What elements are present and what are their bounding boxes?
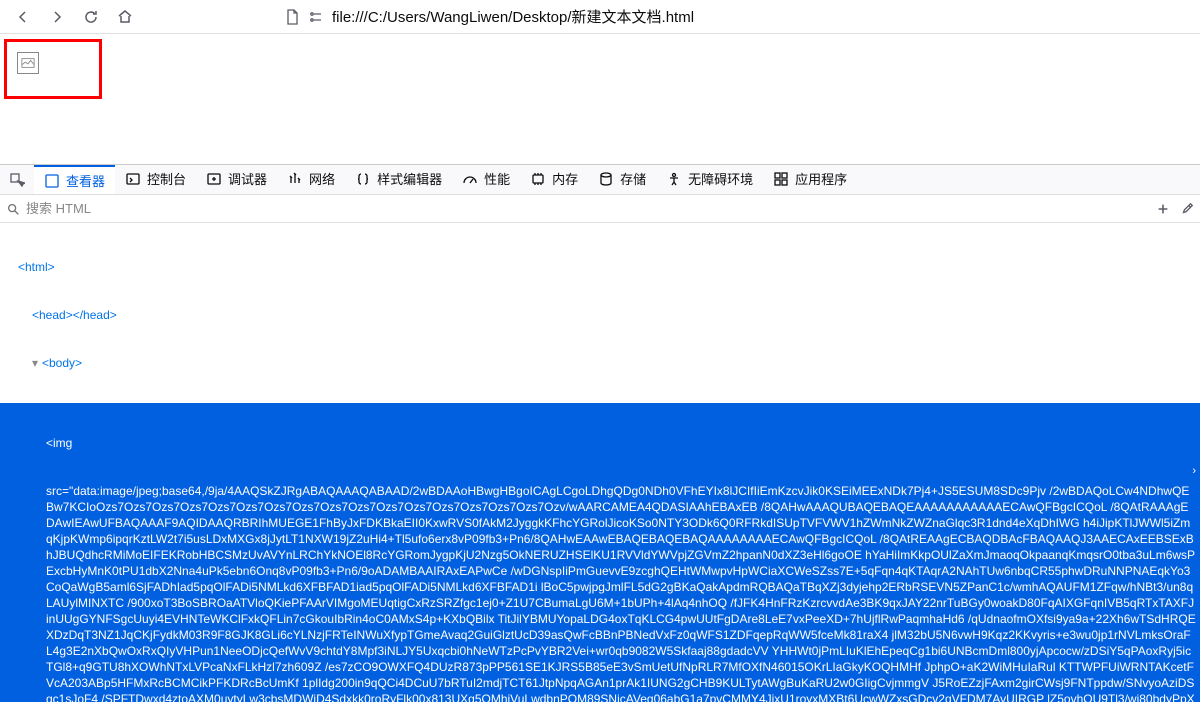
tab-inspector[interactable]: 查看器 <box>34 165 115 194</box>
home-button[interactable] <box>110 3 140 31</box>
tab-memory[interactable]: 内存 <box>520 165 588 194</box>
browser-navbar: file:///C:/Users/WangLiwen/Desktop/新建文本文… <box>0 0 1200 34</box>
eyedropper-icon[interactable] <box>1180 202 1194 216</box>
add-button[interactable] <box>1156 202 1170 216</box>
dom-tree[interactable]: <html> <head></head> ▾<body> <img src="d… <box>0 223 1200 702</box>
tab-debugger[interactable]: 调试器 <box>196 165 277 194</box>
forward-button[interactable] <box>42 3 72 31</box>
url-text: file:///C:/Users/WangLiwen/Desktop/新建文本文… <box>332 6 694 27</box>
broken-image-icon <box>17 52 39 74</box>
permissions-icon <box>308 9 324 25</box>
tab-style-editor[interactable]: 样式编辑器 <box>345 165 452 194</box>
search-input[interactable] <box>26 201 1150 216</box>
pick-element-button[interactable] <box>0 165 34 194</box>
tab-application[interactable]: 应用程序 <box>763 165 857 194</box>
tab-network[interactable]: 网络 <box>277 165 345 194</box>
devtools-panel: 查看器 控制台 调试器 网络 样式编辑器 性能 内存 存储 无障碍环境 应用程序… <box>0 164 1200 702</box>
tab-storage[interactable]: 存储 <box>588 165 656 194</box>
search-icon <box>6 202 20 216</box>
file-icon <box>284 9 300 25</box>
page-viewport <box>0 34 1200 164</box>
reload-button[interactable] <box>76 3 106 31</box>
tab-accessibility[interactable]: 无障碍环境 <box>656 165 763 194</box>
devtools-tabbar: 查看器 控制台 调试器 网络 样式编辑器 性能 内存 存储 无障碍环境 应用程序 <box>0 165 1200 195</box>
tab-console[interactable]: 控制台 <box>115 165 196 194</box>
scroll-indicator: › <box>1190 463 1198 479</box>
back-button[interactable] <box>8 3 38 31</box>
tab-performance[interactable]: 性能 <box>452 165 520 194</box>
url-bar[interactable]: file:///C:/Users/WangLiwen/Desktop/新建文本文… <box>284 6 1192 27</box>
html-search-bar <box>0 195 1200 223</box>
highlighted-broken-image[interactable] <box>4 39 102 99</box>
